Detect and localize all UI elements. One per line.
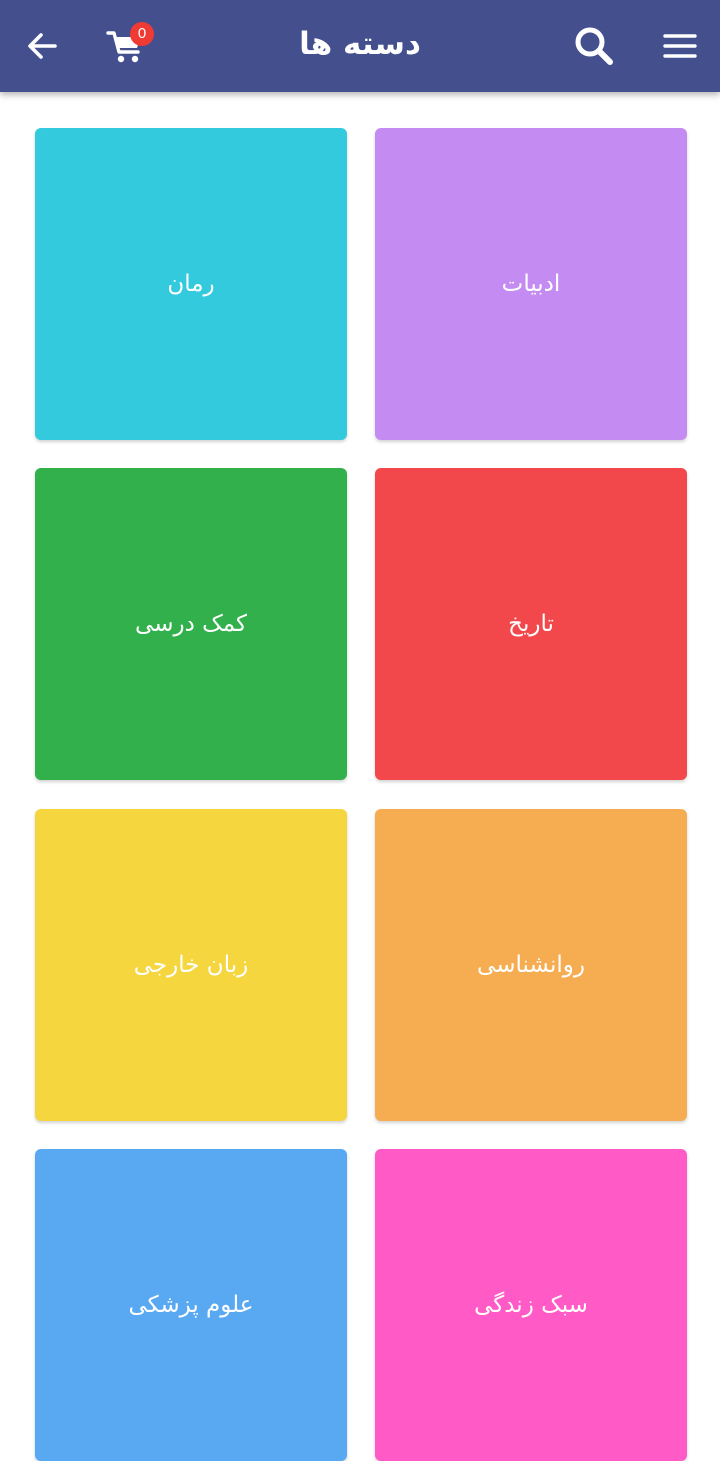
app-bar: 0 دسته ها [0,0,720,92]
category-tile[interactable]: روانشناسی [375,809,687,1121]
category-tile[interactable]: زبان خارجی [35,809,347,1121]
category-tile[interactable]: علوم پزشکی [35,1149,347,1461]
category-label: ادبیات [501,271,561,297]
category-label: تاریخ [508,611,554,637]
category-grid: ادبیات رمان تاریخ کمک درسی روانشناسی زبا… [0,0,720,1461]
category-label: کمک درسی [135,611,247,637]
category-tile[interactable]: سبک زندگی [375,1149,687,1461]
category-label: سبک زندگی [474,1292,588,1318]
menu-button[interactable] [654,20,706,72]
category-tile[interactable]: تاریخ [375,468,687,780]
category-label: روانشناسی [477,952,585,978]
category-tile[interactable]: ادبیات [375,128,687,440]
category-tile[interactable]: رمان [35,128,347,440]
hamburger-menu-icon [663,34,697,58]
search-button[interactable] [568,20,620,72]
category-label: علوم پزشکی [128,1292,254,1318]
category-label: زبان خارجی [133,952,249,978]
cart-count-badge: 0 [130,22,154,46]
category-tile[interactable]: کمک درسی [35,468,347,780]
search-icon [575,27,613,65]
category-label: رمان [167,271,215,297]
